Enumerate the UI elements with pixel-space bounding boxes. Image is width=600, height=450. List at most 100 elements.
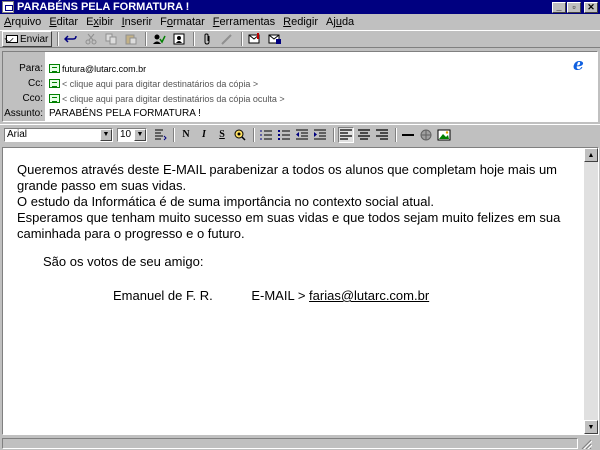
minimize-button[interactable]: _ [552,1,566,13]
secure-mail-icon [268,34,282,44]
increase-indent-icon [314,129,326,139]
copy-button[interactable] [102,31,120,47]
cut-icon [85,33,97,45]
decrease-indent-icon [296,129,308,139]
insert-image-button[interactable] [436,127,452,143]
font-name-select[interactable]: Arial ▼ [4,127,113,142]
signature-button[interactable] [218,31,236,47]
paste-button[interactable] [122,31,140,47]
to-field[interactable]: futura@lutarc.com.br [45,64,146,74]
underline-button[interactable]: S [214,127,230,143]
address-card-icon [49,79,60,88]
align-center-icon [358,128,370,140]
align-right-button[interactable] [374,127,390,143]
paperclip-icon [204,33,210,45]
toolbar-separator [173,127,175,142]
sender-name: Emanuel de F. R. [113,288,213,303]
font-color-button[interactable] [232,127,248,143]
window-title: PARABÉNS PELA FORMATURA ! [17,1,190,13]
internet-explorer-logo-icon: e [573,55,584,75]
cut-button[interactable] [82,31,100,47]
paragraph-style-icon [155,129,167,140]
menu-editar[interactable]: Editar [49,16,78,28]
body-paragraph-3: Esperamos que tenham muito sucesso em su… [17,210,561,241]
scroll-down-button[interactable]: ▼ [584,420,598,434]
body-paragraph-2: O estudo da Informática é de suma import… [17,194,434,209]
vertical-scrollbar[interactable]: ▲ ▼ [584,148,598,434]
email-link[interactable]: farias@lutarc.com.br [309,288,429,303]
title-bar: PARABÉNS PELA FORMATURA ! _ ▫ ✕ [0,0,600,14]
increase-indent-button[interactable] [312,127,328,143]
resize-grip-icon[interactable] [580,438,594,450]
toolbar-separator [145,32,148,46]
priority-button[interactable] [246,31,264,47]
message-text: Queremos através deste E-MAIL parabeniza… [9,162,581,304]
check-names-icon [153,34,167,44]
menu-arquivo[interactable]: Arquivo [4,16,41,28]
subject-field[interactable]: PARABÉNS PELA FORMATURA ! [45,108,201,119]
message-body-editor[interactable]: Queremos através deste E-MAIL parabeniza… [2,147,599,435]
message-header: Para: futura@lutarc.com.br Cc: < clique … [2,51,598,122]
chevron-down-icon[interactable]: ▼ [100,128,112,141]
bcc-row: Cco: < clique aqui para digitar destinat… [3,91,599,106]
close-button[interactable]: ✕ [584,1,598,13]
send-button[interactable]: Enviar [2,31,53,47]
underline-label: S [219,129,225,140]
toolbar-separator [241,32,244,46]
align-center-button[interactable] [356,127,372,143]
body-paragraph-1: Queremos através deste E-MAIL parabeniza… [17,162,558,193]
menu-exibir[interactable]: Exibir [86,16,114,28]
font-color-icon [234,129,246,141]
toolbar-separator [253,127,255,142]
menu-inserir[interactable]: Inserir [122,16,153,28]
undo-icon [64,35,78,43]
bcc-hint: < clique aqui para digitar destinatários… [62,93,285,104]
toolbar-separator [193,32,196,46]
subject-row: Assunto: PARABÉNS PELA FORMATURA ! [3,106,599,121]
signature-line: Emanuel de F. R. E-MAIL > farias@lutarc.… [9,288,581,304]
numbered-list-button[interactable] [258,127,274,143]
bullet-list-icon [278,129,290,140]
bcc-label: Cco: [22,93,43,104]
menu-ajuda[interactable]: Ajuda [326,16,354,28]
menu-redigir[interactable]: Redigir [283,16,318,28]
insert-link-button[interactable] [418,127,434,143]
italic-button[interactable]: I [196,127,212,143]
address-book-button[interactable] [170,31,188,47]
bcc-field[interactable]: < clique aqui para digitar destinatários… [45,94,285,104]
cc-field[interactable]: < clique aqui para digitar destinatários… [45,79,258,89]
font-size-select[interactable]: 10 ▼ [117,127,147,142]
to-row: Para: futura@lutarc.com.br [3,61,599,76]
scroll-up-button[interactable]: ▲ [584,148,598,162]
align-left-button[interactable] [338,126,354,143]
bold-button[interactable]: N [178,127,194,143]
encrypt-button[interactable] [266,31,284,47]
cc-label: Cc: [28,78,43,89]
to-label: Para: [19,63,43,74]
check-names-button[interactable] [150,31,168,47]
globe-link-icon [420,129,432,140]
maximize-button[interactable]: ▫ [567,1,581,13]
font-name-value: Arial [7,129,28,140]
toolbar-separator [333,127,335,142]
undo-button[interactable] [62,31,80,47]
standard-toolbar: Enviar [0,30,600,48]
style-button[interactable] [152,127,168,143]
email-label: E-MAIL > [251,288,306,303]
horizontal-line-button[interactable] [400,127,416,143]
italic-label: I [202,129,206,140]
menu-ferramentas[interactable]: Ferramentas [213,16,275,28]
address-card-icon [49,64,60,73]
menu-formatar[interactable]: Formatar [160,16,205,28]
numbered-list-icon [260,130,272,139]
decrease-indent-button[interactable] [294,127,310,143]
attach-button[interactable] [198,31,216,47]
bullet-list-button[interactable] [276,127,292,143]
chevron-down-icon[interactable]: ▼ [134,128,146,141]
picture-icon [437,129,451,140]
address-card-icon [49,94,60,103]
status-bar [0,436,600,450]
cc-hint: < clique aqui para digitar destinatários… [62,78,259,89]
toolbar-separator [395,127,397,142]
